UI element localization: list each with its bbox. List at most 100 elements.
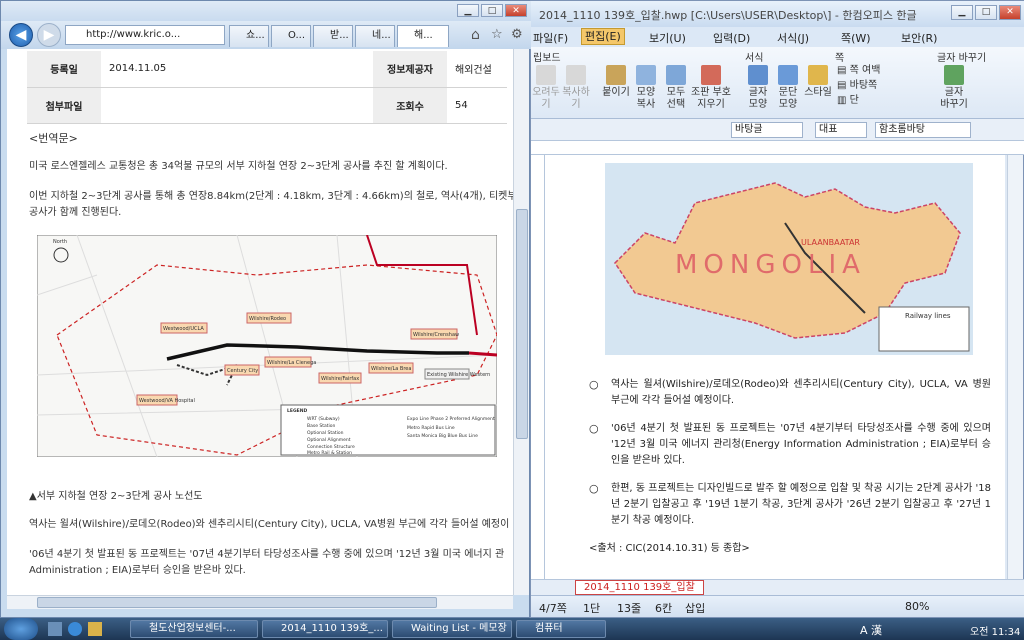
menu-view[interactable]: 보기(U) [649,30,686,46]
horizontal-ruler[interactable] [531,141,1024,155]
close-icon[interactable]: ✕ [999,5,1021,20]
bullet-marker: ○ [589,422,599,435]
ie-title-bar[interactable]: ▁ □ ✕ [1,1,531,21]
select-all-button[interactable]: 모두 선택 [661,65,691,111]
ie-icon[interactable] [68,622,82,636]
menu-page[interactable]: 쪽(W) [841,30,871,46]
format-copy-button[interactable]: 모양 복사 [631,65,661,111]
vertical-ruler[interactable] [531,155,545,579]
table-cell: 해외건설 [447,51,507,88]
status-zoom[interactable]: 80% [905,600,929,613]
ime-indicator[interactable]: A 漢 [860,622,882,638]
brush-icon [636,65,656,85]
minimize-icon[interactable]: ▁ [951,5,973,20]
ie-maximize-icon[interactable]: □ [481,4,503,17]
replace-button[interactable]: 글자 바꾸기 [939,65,969,111]
paragraph: 역사는 윌셔(Wilshire)/로데오(Rodeo)와 센추리시티(Centu… [29,519,510,530]
paragraph-icon [778,65,798,85]
address-bar[interactable]: http://www.kric.o... [65,25,225,45]
bullet-marker: ○ [589,482,599,495]
hwp-format-toolbar: 바탕글 대표 함초롬바탕 [531,119,1024,141]
section-heading: <번역문> [29,132,78,145]
taskbar-item[interactable]: 컴퓨터 [516,620,606,638]
doc-tab[interactable]: 2014_1110 139호_입찰 [575,580,704,595]
back-icon[interactable]: ◀ [9,23,33,47]
page-options: ▤ 쪽 여백 ▤ 바탕쪽 ▥ 단 [837,63,917,108]
hwp-vertical-scrollbar[interactable] [1007,155,1023,579]
menu-format[interactable]: 서식(J) [777,30,809,46]
style-combo[interactable]: 바탕글 [731,122,803,138]
font-combo[interactable]: 함초롬바탕 [875,122,971,138]
browser-tab[interactable]: 쇼... [229,25,269,47]
station-label: Wilshire/Fairfax [321,376,359,382]
group-page: 쪽 [835,53,845,64]
ie-page-content: 등록일 2014.11.05 정보제공자 해외건설 첨부파일 조회수 54 <번… [7,49,513,595]
hwp-ribbon: 립보드 서식 쪽 글자 바꾸기 오려두기 복사하기 붙이기 모양 복사 모두 선… [531,47,1024,119]
browser-tab[interactable]: 네... [355,25,395,47]
remove-codes-button[interactable]: 조판 부호 지우기 [691,65,731,111]
para-shape-button[interactable]: 문단 모양 [773,65,803,111]
menu-file[interactable]: 파일(F) [533,30,568,46]
status-column: 1단 [583,602,601,615]
bullet-item: ○ '06년 4분기 첫 발표된 동 프로젝트는 '07년 4분기부터 타당성조사… [589,422,991,466]
map-legend-title: Railway lines [905,312,951,320]
forward-icon[interactable]: ▶ [37,23,61,47]
status-line: 13줄 [617,602,642,615]
mongolia-map: MONGOLIA ULAANBAATAR Railway lines [605,163,973,355]
station-label: Wilshire/Rodeo [249,316,286,322]
bullet-marker: ○ [589,378,599,391]
show-desktop-icon[interactable] [48,622,62,636]
scroll-thumb[interactable] [516,209,528,439]
cut-button[interactable]: 오려두기 [531,65,561,111]
group-replace: 글자 바꾸기 [937,53,987,64]
menu-input[interactable]: 입력(D) [713,30,750,46]
status-chars: 6칸 [655,602,673,615]
station-label: Existing Wilshire Western [427,372,490,378]
legend-title: LEGEND [287,408,307,414]
master-page-button[interactable]: ▤ 바탕쪽 [837,78,917,93]
folder-icon[interactable] [88,622,102,636]
hwp-document[interactable]: MONGOLIA ULAANBAATAR Railway lines ○ 역사는 … [545,155,1005,579]
info-table: 등록일 2014.11.05 정보제공자 해외건설 첨부파일 조회수 54 [27,51,507,124]
browser-tab[interactable]: 받... [313,25,353,47]
menu-edit[interactable]: 편집(E) [581,28,625,45]
copy-button[interactable]: 복사하기 [561,65,591,111]
paste-button[interactable]: 붙이기 [601,65,631,99]
page-margin-button[interactable]: ▤ 쪽 여백 [837,63,917,78]
ie-minimize-icon[interactable]: ▁ [457,4,479,17]
taskbar-item[interactable]: Waiting List - 메모장 [392,620,512,638]
legend-item: Santa Monica Big Blue Bus Line [407,433,478,439]
start-button[interactable] [4,618,38,640]
legend-item: WRT (Subway) [307,416,340,422]
ie-horizontal-scrollbar[interactable] [7,595,513,609]
maximize-icon[interactable]: □ [975,5,997,20]
legend-item: Metro Rapid Bus Line [407,425,455,431]
hwp-title-bar[interactable]: 2014_1110 139호_입찰.hwp [C:\Users\USER\Des… [531,1,1024,27]
lang-combo[interactable]: 대표 [815,122,867,138]
metro-line [468,351,497,357]
copy-icon [566,65,586,85]
browser-tab-active[interactable]: 해... [397,25,449,47]
ie-close-icon[interactable]: ✕ [505,4,527,17]
clock[interactable]: 오전 11:34 [970,623,1020,638]
taskbar-item[interactable]: 2014_1110 139호_... [262,620,388,638]
eraser-icon [701,65,721,85]
char-shape-button[interactable]: 글자 모양 [743,65,773,111]
hwp-window: 2014_1110 139호_입찰.hwp [C:\Users\USER\Des… [530,0,1024,618]
station-label: Wilshire/La Cienega [267,360,316,366]
favorites-icon[interactable]: ☆ [491,27,503,42]
ie-vertical-scrollbar[interactable] [513,49,529,595]
style-button[interactable]: 스타일 [803,65,833,99]
columns-button[interactable]: ▥ 단 [837,93,917,108]
select-icon [666,65,686,85]
browser-tab[interactable]: O... [271,25,311,47]
scroll-thumb[interactable] [37,597,437,608]
legend-item: Optional Station [307,430,344,436]
home-icon[interactable]: ⌂ [471,27,480,43]
legend-item: Base Station [307,423,336,429]
menu-security[interactable]: 보안(R) [901,30,937,46]
paragraph: 공사가 함께 진행된다. [29,207,122,218]
status-mode[interactable]: 삽입 [685,600,705,616]
gear-icon[interactable]: ⚙ [511,27,523,42]
taskbar-item[interactable]: 철도산업정보센터-... [130,620,258,638]
